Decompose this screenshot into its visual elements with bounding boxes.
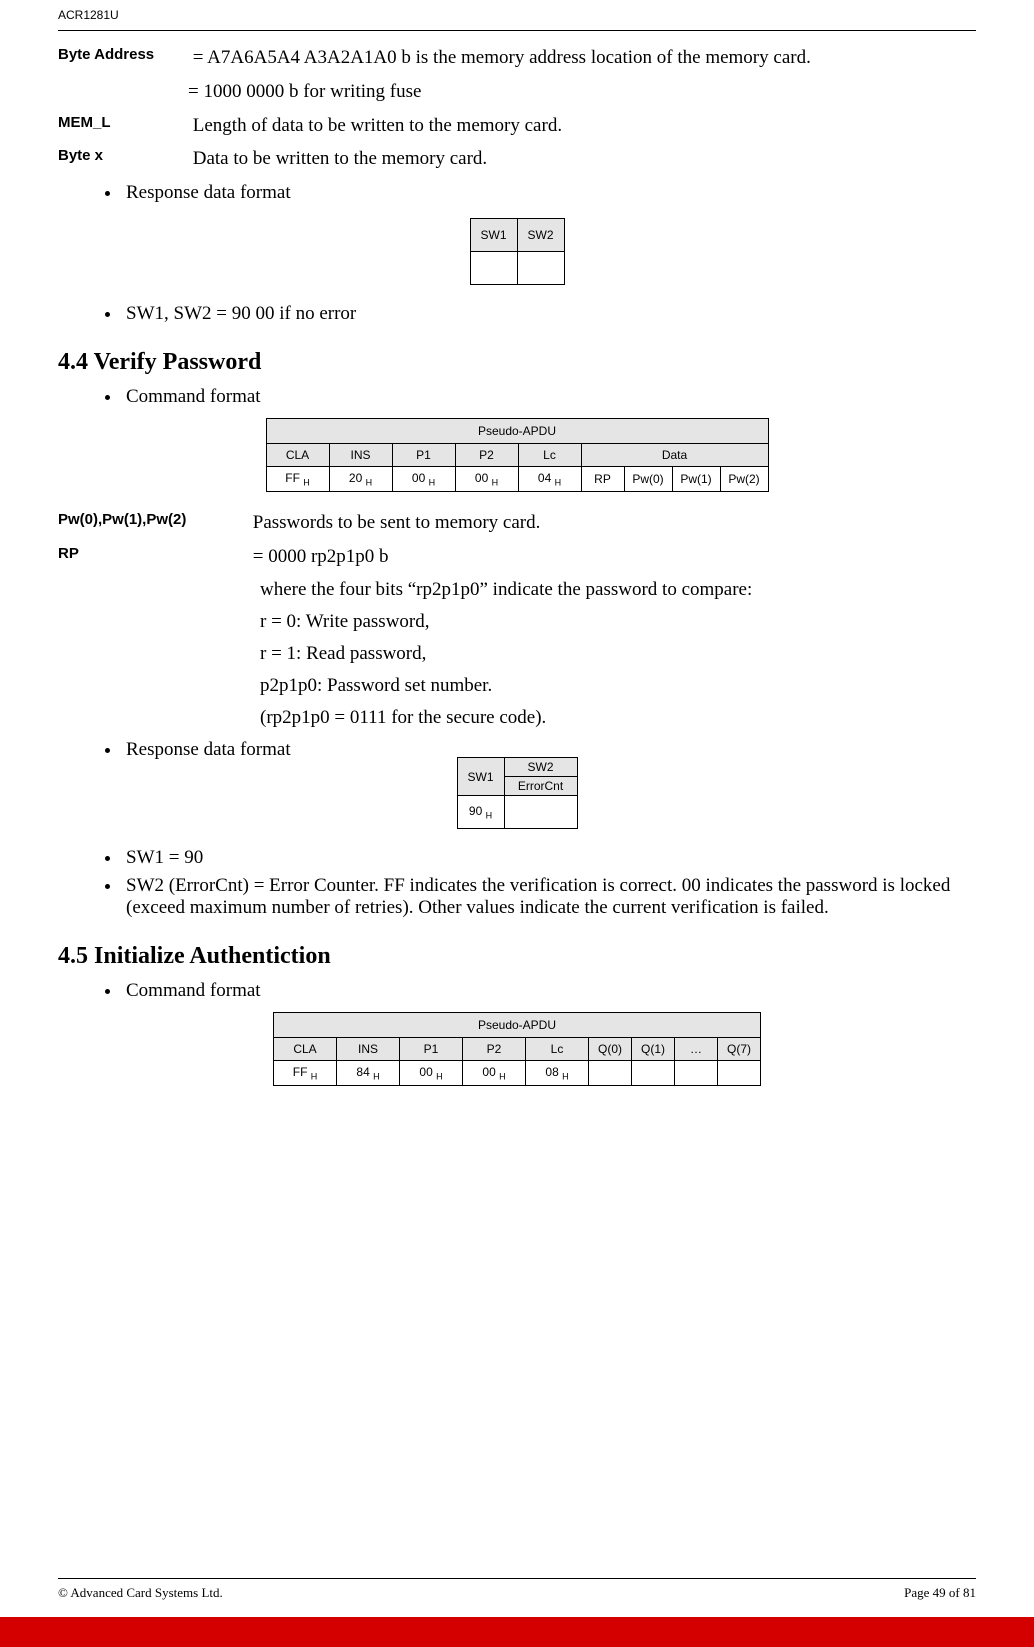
mem-l-label: MEM_L: [58, 113, 188, 133]
apdu45-v-q1: [632, 1061, 675, 1086]
mem-l-text: Length of data to be written to the memo…: [193, 115, 562, 136]
byte-x-text: Data to be written to the memory card.: [193, 148, 487, 169]
apdu44-v-pw2: Pw(2): [720, 466, 768, 491]
apdu45-v-q0: [589, 1061, 632, 1086]
byte-address-label: Byte Address: [58, 45, 188, 65]
apdu44-v-cla: FF H: [266, 466, 329, 491]
section-4-4-title: 4.4 Verify Password: [58, 349, 976, 376]
byte-address-text1: = A7A6A5A4 A3A2A1A0 b is the memory addr…: [193, 47, 811, 68]
apdu44-v-pw1: Pw(1): [672, 466, 720, 491]
device-model: ACR1281U: [58, 8, 119, 22]
sw2-cell: [517, 251, 564, 284]
apdu45-v-q7: [718, 1061, 761, 1086]
apdu44-title: Pseudo-APDU: [266, 418, 768, 443]
apdu45-v-p1: 00 H: [400, 1061, 463, 1086]
apdu44-h-p1: P1: [392, 443, 455, 466]
pw-def: Pw(0),Pw(1),Pw(2) Passwords to be sent t…: [58, 510, 976, 536]
apdu45-h-cla: CLA: [274, 1038, 337, 1061]
rp-text3: r = 0: Write password,: [260, 611, 976, 633]
apdu45-v-ins: 84 H: [337, 1061, 400, 1086]
sw-table-44: SW1 SW2 ErrorCnt 90 H: [457, 757, 578, 829]
rp-text6: (rp2p1p0 = 0111 for the secure code).: [260, 707, 976, 729]
footer-page: Page 49 of 81: [904, 1585, 976, 1601]
header-rule: [58, 30, 976, 31]
pseudo-apdu-table-44: Pseudo-APDU CLA INS P1 P2 Lc Data FF H 2…: [266, 418, 769, 492]
sw44-h-errorcnt: ErrorCnt: [504, 777, 577, 796]
bullet-list-3: Command format: [58, 386, 976, 408]
apdu45-h-p1: P1: [400, 1038, 463, 1061]
apdu44-v-p1: 00 H: [392, 466, 455, 491]
sw1-cell: [470, 251, 517, 284]
bullet-sw2-errorcnt: SW2 (ErrorCnt) = Error Counter. FF indic…: [122, 875, 976, 919]
sw44-v-blank: [504, 796, 577, 829]
apdu45-v-lc: 08 H: [526, 1061, 589, 1086]
sw44-h-sw2: SW2: [504, 758, 577, 777]
apdu44-h-p2: P2: [455, 443, 518, 466]
apdu45-h-ins: INS: [337, 1038, 400, 1061]
bullet-list-2: SW1, SW2 = 90 00 if no error: [58, 303, 976, 325]
apdu44-h-cla: CLA: [266, 443, 329, 466]
apdu45-v-p2: 00 H: [463, 1061, 526, 1086]
apdu44-v-rp: RP: [581, 466, 624, 491]
bullet-command-format-45: Command format: [122, 980, 976, 1002]
apdu45-v-dots: [675, 1061, 718, 1086]
pw-text: Passwords to be sent to memory card.: [253, 512, 541, 533]
footer-copyright: © Advanced Card Systems Ltd.: [58, 1585, 223, 1601]
byte-x-label: Byte x: [58, 146, 188, 166]
sw44-h-sw1: SW1: [457, 758, 504, 796]
byte-x-def: Byte x Data to be written to the memory …: [58, 146, 976, 172]
sw2-header: SW2: [517, 218, 564, 251]
bullet-list-1: Response data format: [58, 182, 976, 204]
bullet-list-5: SW1 = 90 SW2 (ErrorCnt) = Error Counter.…: [58, 847, 976, 919]
bullet-command-format-44: Command format: [122, 386, 976, 408]
rp-label: RP: [58, 544, 248, 564]
apdu44-h-lc: Lc: [518, 443, 581, 466]
apdu44-h-data: Data: [581, 443, 768, 466]
mem-l-def: MEM_L Length of data to be written to th…: [58, 113, 976, 139]
apdu45-h-q7: Q(7): [718, 1038, 761, 1061]
apdu45-title: Pseudo-APDU: [274, 1013, 761, 1038]
byte-address-text2: = 1000 0000 b for writing fuse: [188, 81, 976, 103]
apdu45-h-p2: P2: [463, 1038, 526, 1061]
apdu45-h-lc: Lc: [526, 1038, 589, 1061]
apdu45-v-cla: FF H: [274, 1061, 337, 1086]
sw44-v-90: 90 H: [457, 796, 504, 829]
bullet-response-format: Response data format: [122, 182, 976, 204]
byte-address-def: Byte Address = A7A6A5A4 A3A2A1A0 b is th…: [58, 45, 976, 71]
apdu45-h-q0: Q(0): [589, 1038, 632, 1061]
apdu44-h-ins: INS: [329, 443, 392, 466]
footer-redbar: [0, 1617, 1034, 1647]
apdu45-h-q1: Q(1): [632, 1038, 675, 1061]
rp-def: RP = 0000 rp2p1p0 b: [58, 544, 976, 570]
apdu44-v-p2: 00 H: [455, 466, 518, 491]
bullet-sw-equals: SW1, SW2 = 90 00 if no error: [122, 303, 976, 325]
apdu44-v-lc: 04 H: [518, 466, 581, 491]
sw-table-1: SW1 SW2: [470, 218, 565, 285]
apdu45-h-dots: …: [675, 1038, 718, 1061]
apdu44-v-ins: 20 H: [329, 466, 392, 491]
rp-text1: = 0000 rp2p1p0 b: [253, 546, 389, 567]
bullet-list-6: Command format: [58, 980, 976, 1002]
rp-text5: p2p1p0: Password set number.: [260, 675, 976, 697]
rp-text4: r = 1: Read password,: [260, 643, 976, 665]
bullet-sw1-90: SW1 = 90: [122, 847, 976, 869]
rp-text2: where the four bits “rp2p1p0” indicate t…: [260, 579, 976, 601]
pw-label: Pw(0),Pw(1),Pw(2): [58, 510, 248, 530]
page-header: ACR1281U: [58, 0, 976, 30]
sw1-header: SW1: [470, 218, 517, 251]
apdu44-v-pw0: Pw(0): [624, 466, 672, 491]
pseudo-apdu-table-45: Pseudo-APDU CLA INS P1 P2 Lc Q(0) Q(1) ……: [273, 1012, 761, 1086]
page-footer: © Advanced Card Systems Ltd. Page 49 of …: [58, 1578, 976, 1601]
section-4-5-title: 4.5 Initialize Authentiction: [58, 943, 976, 970]
